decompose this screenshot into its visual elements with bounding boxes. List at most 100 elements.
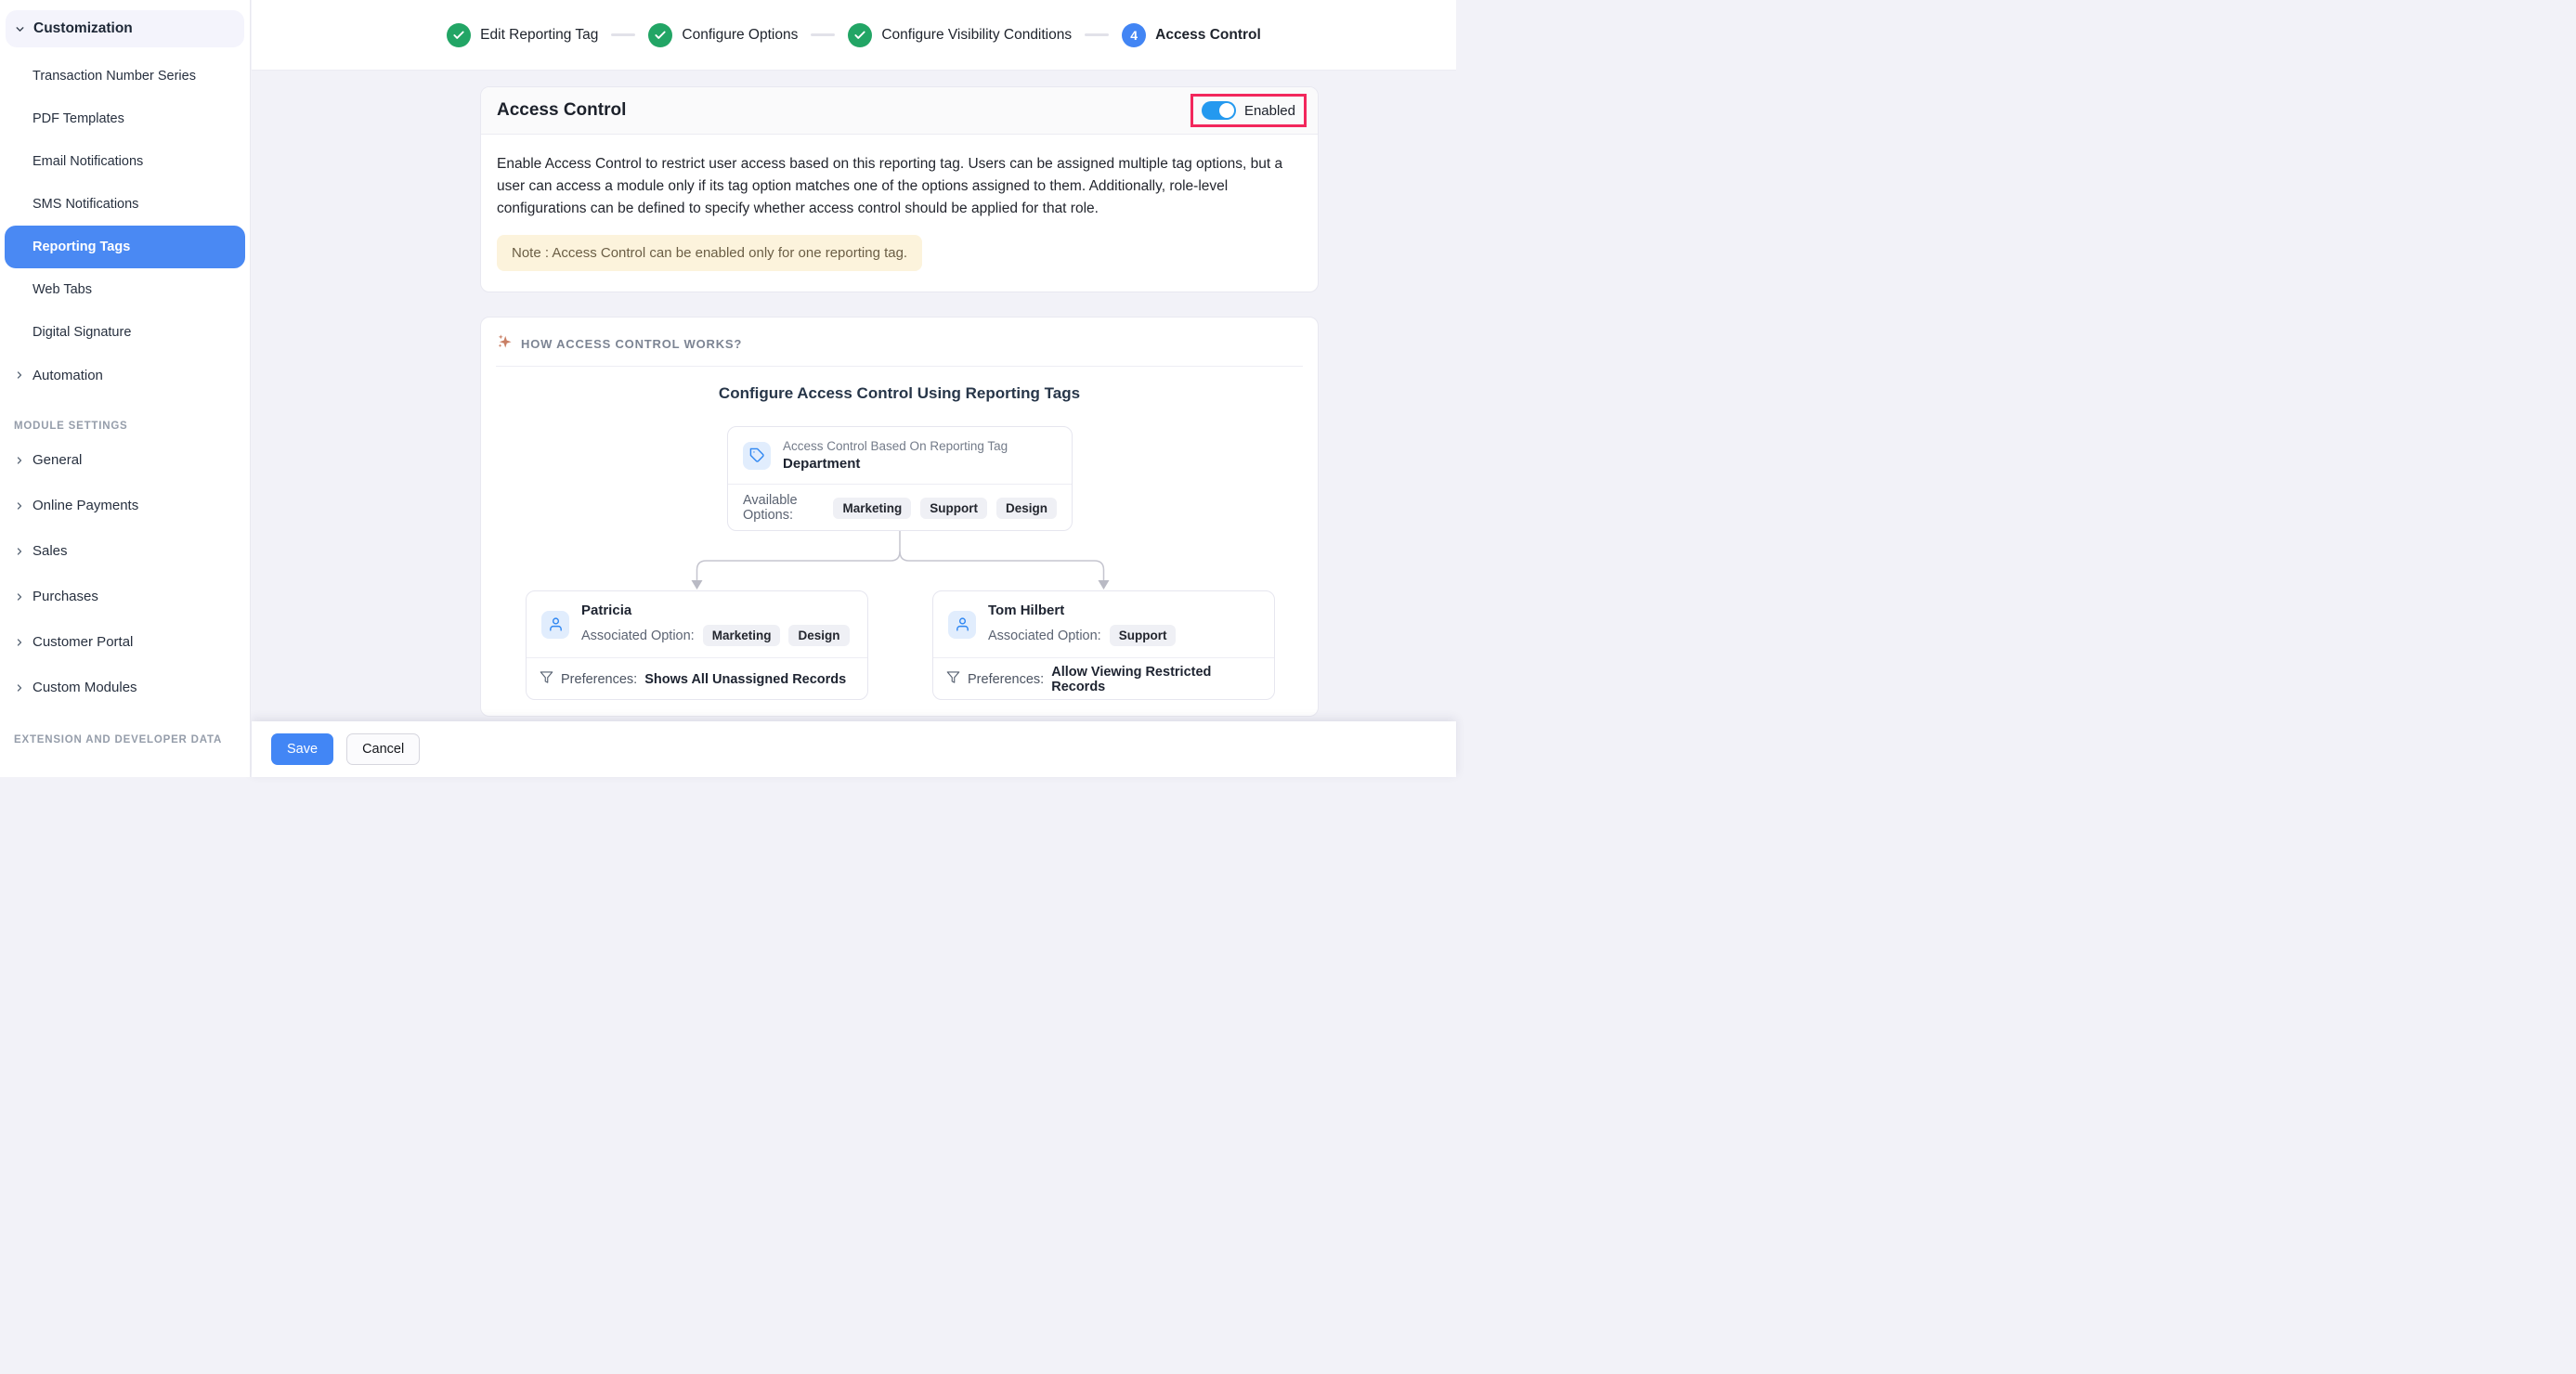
page-title: Access Control	[497, 100, 626, 121]
how-card-header: HOW ACCESS CONTROL WORKS?	[481, 318, 1318, 366]
reporting-tag-card-top: Access Control Based On Reporting Tag De…	[728, 427, 1072, 485]
step-configure-visibility-conditions[interactable]: Configure Visibility Conditions	[848, 23, 1072, 47]
chevron-down-icon	[14, 23, 26, 35]
sidebar-section-module-settings: MODULE SETTINGS	[0, 415, 250, 437]
annotation-highlight-box: Enabled	[1190, 94, 1307, 127]
user-card-top: Patricia Associated Option: Marketing De…	[527, 591, 867, 658]
step-label: Edit Reporting Tag	[480, 27, 598, 44]
preferences-label: Preferences:	[968, 672, 1044, 687]
option-chip: Design	[996, 498, 1057, 519]
user-card-top: Tom Hilbert Associated Option: Support	[933, 591, 1274, 658]
step-label: Configure Options	[682, 27, 798, 44]
step-label: Configure Visibility Conditions	[881, 27, 1072, 44]
step-complete-icon	[848, 23, 872, 47]
sidebar-group-purchases[interactable]: Purchases	[0, 574, 250, 619]
settings-sidebar: Customization Transaction Number Series …	[0, 0, 251, 777]
sidebar-section-extension-developer-data: EXTENSION AND DEVELOPER DATA	[0, 729, 250, 751]
save-button[interactable]: Save	[271, 733, 333, 765]
available-options-label: Available Options:	[743, 493, 824, 523]
sidebar-group-sales[interactable]: Sales	[0, 528, 250, 574]
option-chip: Support	[920, 498, 987, 519]
step-label: Access Control	[1155, 27, 1261, 44]
step-complete-icon	[447, 23, 471, 47]
associated-options-row: Associated Option: Marketing Design	[581, 625, 850, 646]
sparkle-icon	[497, 333, 513, 354]
chevron-right-icon	[14, 369, 25, 381]
reporting-tag-texts: Access Control Based On Reporting Tag De…	[783, 439, 1008, 472]
user-texts: Patricia Associated Option: Marketing De…	[581, 603, 850, 646]
access-control-card-body: Enable Access Control to restrict user a…	[481, 135, 1318, 292]
option-chip: Marketing	[703, 625, 781, 646]
step-edit-reporting-tag[interactable]: Edit Reporting Tag	[447, 23, 598, 47]
sidebar-group-label: Customization	[33, 20, 133, 37]
chevron-right-icon	[14, 455, 25, 466]
content-scroll-area: Access Control Enabled Enable Access Con…	[252, 71, 1456, 721]
reporting-tag-card: Access Control Based On Reporting Tag De…	[727, 426, 1073, 531]
step-configure-options[interactable]: Configure Options	[648, 23, 798, 47]
tag-icon	[743, 442, 771, 470]
sidebar-group-automation[interactable]: Automation	[0, 354, 250, 396]
diagram-title: Configure Access Control Using Reporting…	[481, 384, 1318, 403]
chevron-right-icon	[14, 682, 25, 693]
reporting-tag-name: Department	[783, 456, 1008, 472]
preferences-label: Preferences:	[561, 672, 637, 687]
access-control-toggle[interactable]	[1202, 101, 1236, 120]
cancel-button[interactable]: Cancel	[346, 733, 420, 765]
user-icon	[948, 611, 976, 639]
user-card-tom-hilbert: Tom Hilbert Associated Option: Support	[932, 590, 1275, 700]
how-access-control-works-card: HOW ACCESS CONTROL WORKS? Configure Acce…	[480, 317, 1319, 717]
sidebar-item-sms-notifications[interactable]: SMS Notifications	[0, 183, 250, 226]
preferences-value: Shows All Unassigned Records	[644, 672, 846, 687]
sidebar-group-general[interactable]: General	[0, 437, 250, 483]
associated-option-label: Associated Option:	[581, 629, 695, 643]
sidebar-group-customer-portal[interactable]: Customer Portal	[0, 619, 250, 665]
available-options-row: Available Options: Marketing Support Des…	[728, 485, 1072, 531]
access-control-card: Access Control Enabled Enable Access Con…	[480, 86, 1319, 292]
sidebar-item-reporting-tags-active[interactable]: Reporting Tags	[5, 226, 245, 268]
action-footer: Save Cancel	[252, 721, 1456, 777]
option-chip: Marketing	[833, 498, 911, 519]
step-number-badge: 4	[1122, 23, 1146, 47]
sidebar-item-digital-signature[interactable]: Digital Signature	[0, 311, 250, 354]
chevron-right-icon	[14, 637, 25, 648]
sidebar-item-web-tabs[interactable]: Web Tabs	[0, 268, 250, 311]
tree-connector	[687, 531, 1114, 592]
preferences-row: Preferences: Shows All Unassigned Record…	[527, 658, 867, 700]
reporting-tag-caption: Access Control Based On Reporting Tag	[783, 439, 1008, 453]
access-control-card-header: Access Control Enabled	[481, 87, 1318, 135]
step-complete-icon	[648, 23, 672, 47]
toggle-state-label: Enabled	[1244, 103, 1295, 119]
user-name: Tom Hilbert	[988, 603, 1176, 618]
user-icon	[541, 611, 569, 639]
chevron-right-icon	[14, 500, 25, 512]
how-card-title: HOW ACCESS CONTROL WORKS?	[521, 337, 742, 351]
sidebar-group-online-payments[interactable]: Online Payments	[0, 483, 250, 528]
option-chip: Design	[788, 625, 849, 646]
sidebar-group-customization[interactable]: Customization	[6, 10, 244, 47]
step-connector	[1085, 33, 1109, 36]
note-banner: Note : Access Control can be enabled onl…	[497, 235, 922, 271]
preferences-value: Allow Viewing Restricted Records	[1051, 665, 1261, 694]
sidebar-item-pdf-templates[interactable]: PDF Templates	[0, 97, 250, 140]
sidebar-group-custom-modules[interactable]: Custom Modules	[0, 665, 250, 710]
user-card-patricia: Patricia Associated Option: Marketing De…	[526, 590, 868, 700]
step-connector	[811, 33, 835, 36]
sidebar-item-email-notifications[interactable]: Email Notifications	[0, 140, 250, 183]
step-connector	[611, 33, 635, 36]
sidebar-item-transaction-number-series[interactable]: Transaction Number Series	[0, 55, 250, 97]
user-name: Patricia	[581, 603, 850, 618]
filter-icon	[540, 670, 553, 688]
wizard-stepper: Edit Reporting Tag Configure Options Con…	[252, 0, 1456, 71]
user-texts: Tom Hilbert Associated Option: Support	[988, 603, 1176, 646]
main-area: Edit Reporting Tag Configure Options Con…	[252, 0, 1456, 777]
access-control-diagram: Configure Access Control Using Reporting…	[481, 367, 1318, 717]
associated-options-row: Associated Option: Support	[988, 625, 1176, 646]
filter-icon	[946, 670, 960, 688]
associated-option-label: Associated Option:	[988, 629, 1101, 643]
preferences-row: Preferences: Allow Viewing Restricted Re…	[933, 658, 1274, 700]
step-access-control-current[interactable]: 4 Access Control	[1122, 23, 1261, 47]
chevron-right-icon	[14, 591, 25, 603]
option-chip: Support	[1110, 625, 1177, 646]
chevron-right-icon	[14, 546, 25, 557]
access-control-description: Enable Access Control to restrict user a…	[497, 153, 1302, 220]
